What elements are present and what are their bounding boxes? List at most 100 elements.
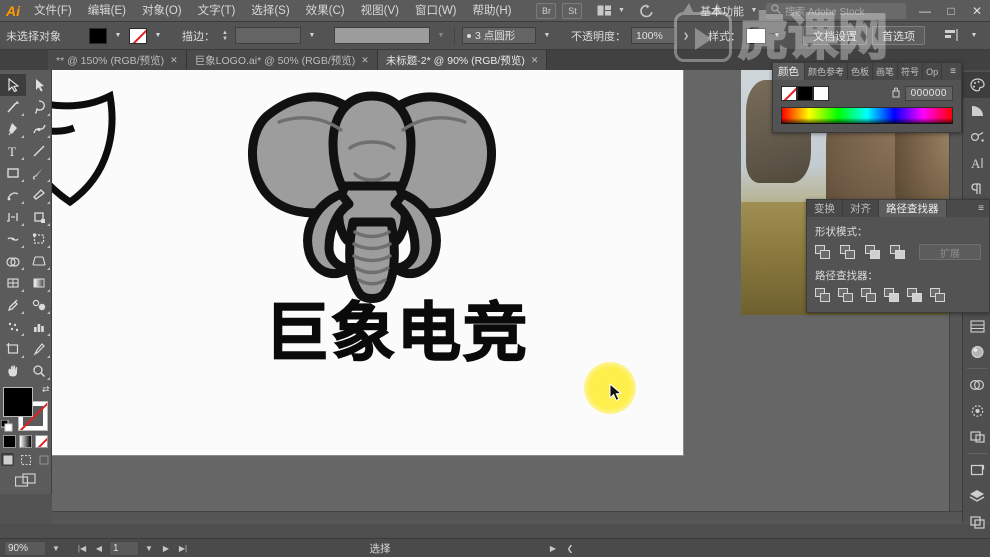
stock-button[interactable]: St (562, 2, 583, 19)
fill-swatch[interactable] (89, 27, 107, 44)
brush-caret-icon[interactable]: ▼ (541, 28, 553, 44)
workspace-switcher[interactable]: 基本功能 (696, 3, 748, 19)
prev-artboard-icon[interactable]: ◀ (92, 541, 106, 556)
next-artboard-icon[interactable]: ▶ (159, 541, 173, 556)
gradient-tool[interactable] (26, 272, 52, 294)
panel-tab-color[interactable]: 颜色 (773, 63, 805, 80)
doc-tab-2-close-icon[interactable]: ✕ (361, 55, 369, 66)
zoom-tool[interactable] (26, 360, 52, 382)
menu-select[interactable]: 选择(S) (243, 0, 297, 22)
width-tool[interactable] (0, 228, 26, 250)
logo-wordmark[interactable]: 巨象电竞 (232, 301, 562, 367)
free-transform-tool[interactable] (26, 228, 52, 250)
menu-window[interactable]: 窗口(W) (407, 0, 465, 22)
fill-indicator[interactable] (2, 387, 33, 417)
dock-color-icon[interactable] (963, 72, 990, 98)
panel-tab-opacity[interactable]: Op (923, 63, 943, 80)
panel-tab-align[interactable]: 对齐 (843, 200, 879, 217)
draw-inside-icon[interactable] (37, 453, 50, 466)
unite-button[interactable] (815, 244, 832, 260)
shield-outline-shape[interactable] (52, 78, 140, 208)
doc-tab-2[interactable]: 巨象LOGO.ai* @ 50% (RGB/预览) ✕ (186, 50, 378, 70)
preferences-button[interactable]: 首选项 (872, 26, 925, 45)
panel-tab-symbols[interactable]: 符号 (898, 63, 924, 80)
elephant-head-logo[interactable] (237, 82, 507, 312)
dock-transparency-icon[interactable] (963, 372, 990, 398)
merge-button[interactable] (861, 288, 878, 303)
perspective-grid-tool[interactable] (26, 250, 52, 272)
none-mode-icon[interactable] (35, 435, 48, 448)
dock-pathfinder-icon[interactable] (963, 398, 990, 424)
symbol-sprayer-tool[interactable] (0, 316, 26, 338)
menu-object[interactable]: 对象(O) (134, 0, 190, 22)
rectangle-tool[interactable] (0, 162, 26, 184)
hex-value-input[interactable]: 000000 (904, 86, 953, 101)
color-panel[interactable]: 颜色 颜色参考 色板 画笔 符号 Op ≡ 000000 (772, 62, 962, 133)
menu-effect[interactable]: 效果(C) (298, 0, 353, 22)
menu-view[interactable]: 视图(V) (353, 0, 407, 22)
dock-layers-alt-icon[interactable] (963, 509, 990, 535)
brush-definition-field[interactable]: 3 点圆形 (462, 27, 536, 44)
doc-tab-3[interactable]: 未标题-2* @ 90% (RGB/预览) ✕ (377, 50, 548, 70)
fill-caret-icon[interactable]: ▼ (112, 28, 124, 44)
dock-links-icon[interactable] (963, 424, 990, 450)
magic-wand-tool[interactable] (0, 96, 26, 118)
none-swatch[interactable] (781, 86, 797, 101)
column-graph-tool[interactable] (26, 316, 52, 338)
trim-button[interactable] (838, 288, 855, 303)
dock-graphic-styles-icon[interactable] (963, 339, 990, 365)
slice-tool[interactable] (26, 338, 52, 360)
document-setup-button[interactable]: 文档设置 (803, 26, 867, 45)
outline-button[interactable] (907, 288, 924, 303)
draw-normal-icon[interactable] (1, 453, 14, 466)
graphic-style-swatch[interactable] (746, 27, 766, 44)
draw-behind-icon[interactable] (19, 453, 32, 466)
exclude-button[interactable] (890, 244, 907, 260)
curvature-tool[interactable] (26, 118, 52, 140)
change-screen-mode-icon[interactable] (0, 473, 51, 488)
gradient-mode-icon[interactable] (19, 435, 32, 448)
direct-selection-tool[interactable] (26, 74, 52, 96)
panel-tab-brushes[interactable]: 画笔 (873, 63, 899, 80)
minus-back-button[interactable] (930, 288, 947, 303)
white-swatch[interactable] (813, 86, 829, 101)
arrange-documents-icon[interactable] (593, 2, 615, 20)
search-input[interactable]: 搜索 Adobe Stock (766, 2, 906, 19)
shape-builder-tool[interactable] (0, 250, 26, 272)
menu-type[interactable]: 文字(T) (190, 0, 244, 22)
opacity-caret-icon[interactable]: ❯ (680, 28, 692, 44)
eraser-tool[interactable] (26, 184, 52, 206)
style-caret-icon[interactable]: ▼ (771, 28, 783, 44)
dock-appearance-icon[interactable] (963, 313, 990, 339)
minimize-button[interactable]: — (912, 0, 938, 22)
align-caret-icon[interactable]: ▼ (968, 28, 980, 44)
maximize-button[interactable]: □ (938, 0, 964, 22)
pathfinder-panel-menu-icon[interactable]: ≡ (973, 200, 989, 217)
hand-tool[interactable] (0, 360, 26, 382)
menu-edit[interactable]: 编辑(E) (80, 0, 134, 22)
lasso-tool[interactable] (26, 96, 52, 118)
eyedropper-tool[interactable] (0, 294, 26, 316)
opacity-field[interactable]: 100% (631, 27, 675, 44)
stroke-weight-field[interactable] (235, 27, 301, 44)
menu-file[interactable]: 文件(F) (26, 0, 80, 22)
mesh-tool[interactable] (0, 272, 26, 294)
variable-width-profile-field[interactable] (334, 27, 430, 44)
resize-grip-icon[interactable]: ❮ (563, 541, 577, 556)
type-tool[interactable]: T (0, 140, 26, 162)
paintbrush-tool[interactable] (26, 162, 52, 184)
color-panel-menu-icon[interactable]: ≡ (945, 63, 961, 80)
black-swatch[interactable] (797, 86, 813, 101)
doc-tab-1[interactable]: ** @ 150% (RGB/预览) ✕ (48, 50, 187, 70)
zoom-level-input[interactable]: 90% (4, 540, 46, 556)
panel-tab-transform[interactable]: 变换 (807, 200, 843, 217)
pen-tool[interactable] (0, 118, 26, 140)
workspace-caret-icon[interactable]: ▼ (748, 3, 760, 19)
color-mode-icon[interactable] (3, 435, 16, 448)
dock-character-icon[interactable]: A (963, 150, 990, 176)
intersect-button[interactable] (865, 244, 882, 260)
rotate-tool[interactable] (0, 206, 26, 228)
crop-button[interactable] (884, 288, 901, 303)
color-spectrum-ramp[interactable] (781, 107, 953, 124)
divide-button[interactable] (815, 288, 832, 303)
